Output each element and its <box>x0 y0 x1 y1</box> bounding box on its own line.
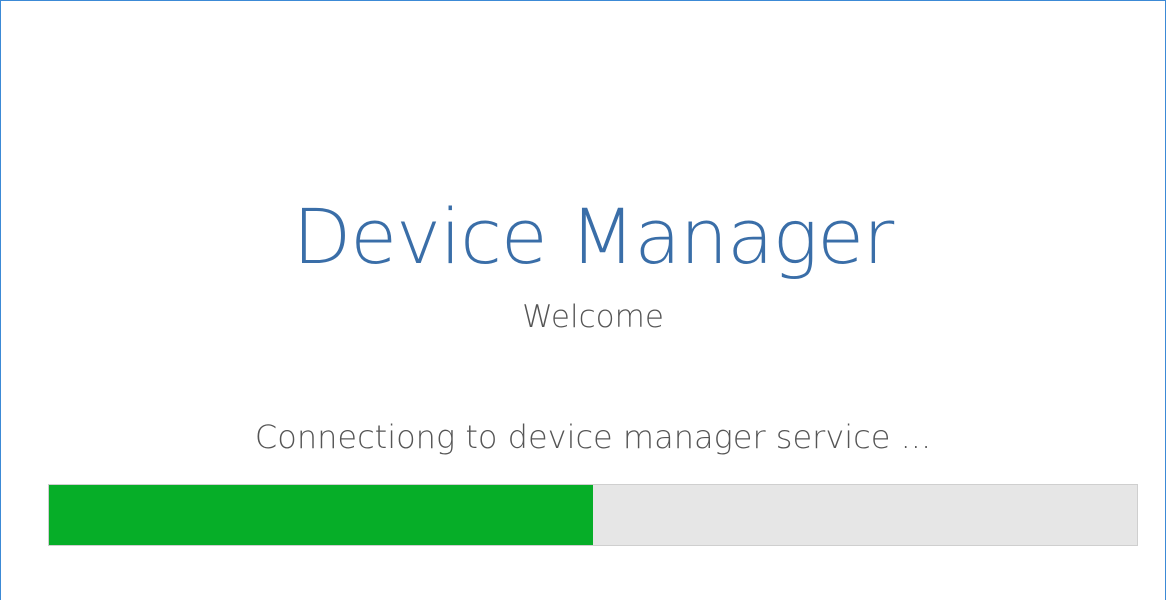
progress-bar <box>48 484 1138 546</box>
splash-window: Device Manager Welcome Connectiong to de… <box>0 0 1166 600</box>
progress-bar-fill <box>49 485 593 545</box>
welcome-subtitle: Welcome <box>522 299 664 335</box>
app-title: Device Manager <box>292 192 895 281</box>
loading-status-text: Connectiong to device manager service ..… <box>254 418 932 456</box>
